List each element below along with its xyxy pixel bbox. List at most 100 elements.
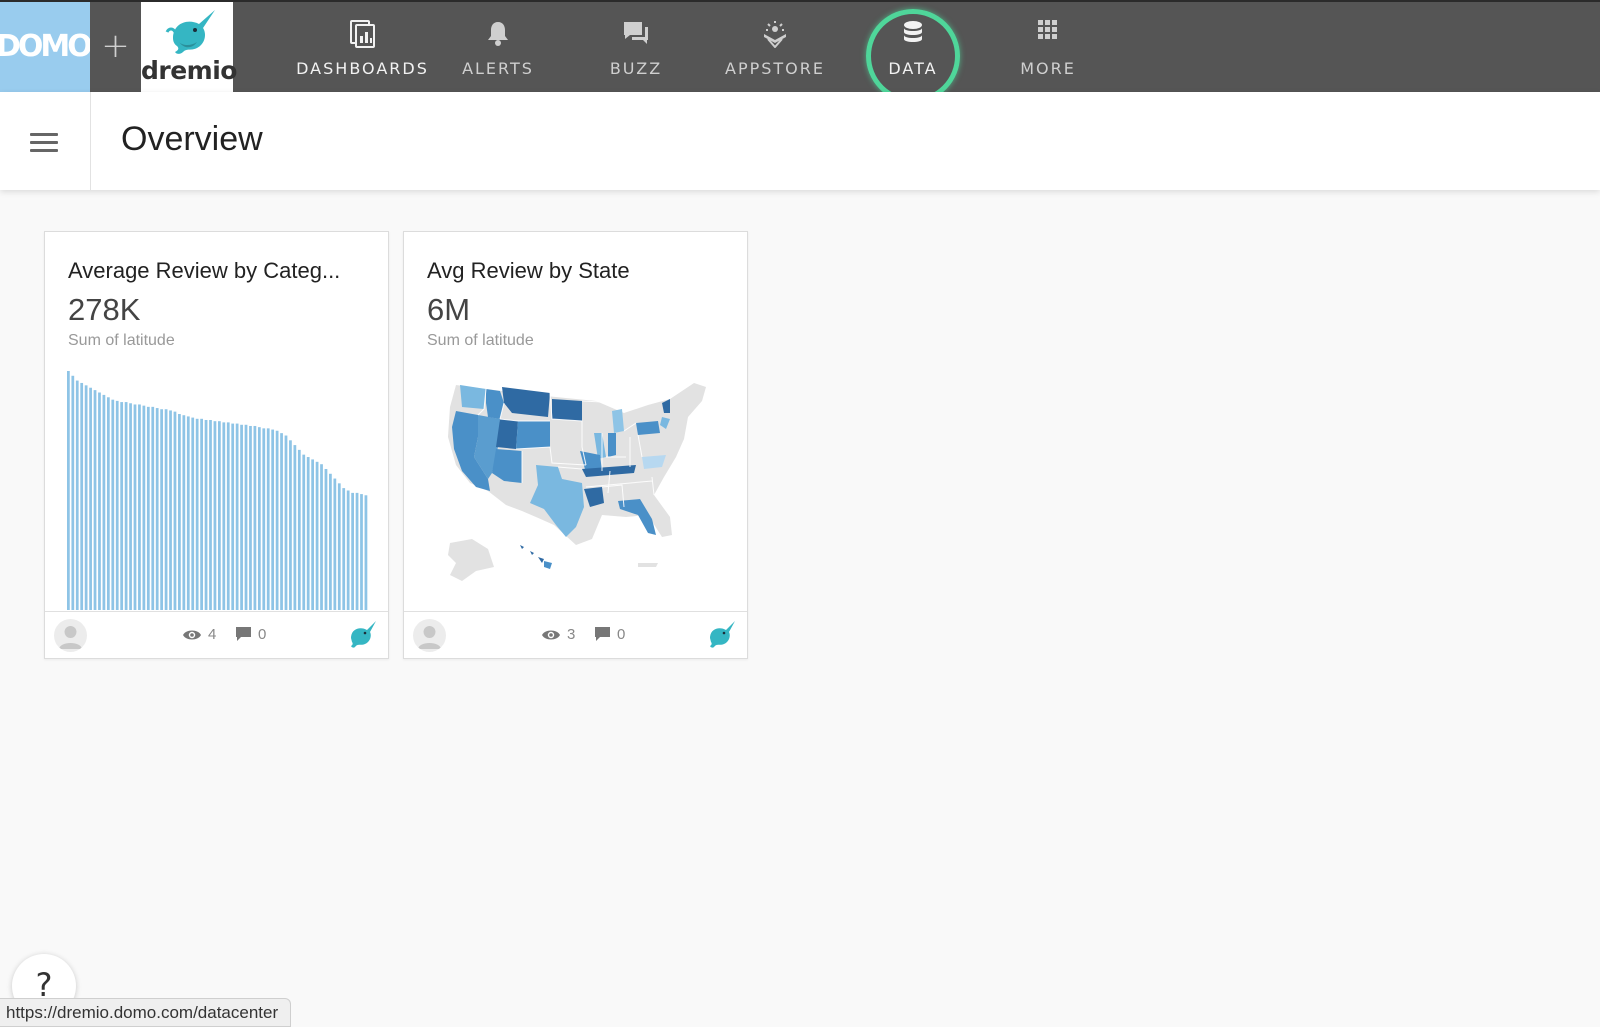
bar[interactable] — [280, 433, 283, 610]
hamburger-line — [30, 141, 58, 144]
bar[interactable] — [337, 483, 341, 610]
nav-more[interactable]: MORE — [1000, 2, 1096, 92]
dashboards-icon — [349, 20, 375, 48]
bar[interactable] — [266, 428, 270, 610]
bar[interactable] — [355, 492, 359, 610]
bar[interactable] — [106, 397, 110, 610]
bar[interactable] — [342, 488, 346, 610]
bar[interactable] — [315, 461, 319, 610]
card-title[interactable]: Avg Review by State — [427, 258, 630, 284]
bar[interactable] — [129, 403, 132, 610]
bar[interactable] — [284, 435, 288, 610]
bar[interactable] — [346, 490, 350, 611]
bar[interactable] — [329, 473, 332, 610]
bar[interactable] — [84, 385, 88, 610]
nav-alerts[interactable]: ALERTS — [448, 2, 548, 92]
narwhal-icon — [710, 621, 735, 648]
bar[interactable] — [178, 414, 181, 610]
bar[interactable] — [204, 420, 208, 610]
bar[interactable] — [67, 371, 70, 610]
bar[interactable] — [80, 382, 84, 610]
bar[interactable] — [289, 440, 292, 610]
bar[interactable] — [297, 449, 301, 610]
card-title[interactable]: Average Review by Categ... — [68, 258, 340, 284]
card-footer: 3 0 — [404, 611, 747, 658]
bar[interactable] — [257, 427, 261, 610]
nav-appstore[interactable]: APPSTORE — [715, 2, 835, 92]
bar[interactable] — [182, 415, 186, 610]
bar[interactable] — [89, 387, 92, 610]
bar[interactable] — [235, 423, 239, 610]
bar[interactable] — [351, 492, 354, 610]
bar[interactable] — [93, 390, 97, 610]
bar[interactable] — [71, 375, 75, 610]
bar[interactable] — [200, 418, 203, 610]
bar[interactable] — [75, 380, 79, 610]
bar[interactable] — [311, 459, 315, 610]
bar[interactable] — [146, 406, 150, 610]
bar[interactable] — [191, 417, 195, 610]
narwhal-icon — [351, 621, 376, 648]
bar[interactable] — [244, 424, 248, 610]
domo-logo[interactable]: DOMO — [0, 2, 90, 92]
bar[interactable] — [142, 405, 146, 610]
bar[interactable] — [306, 457, 310, 610]
card-avg-review-by-state[interactable]: Avg Review by State 6M Sum of latitude 3… — [403, 231, 748, 659]
bar[interactable] — [124, 402, 128, 610]
bar[interactable] — [98, 392, 101, 610]
bar[interactable] — [253, 425, 257, 610]
bar[interactable] — [218, 421, 221, 610]
nav-dashboards[interactable]: DASHBOARDS — [290, 2, 435, 92]
card-average-review-by-category[interactable]: Average Review by Categ... 278K Sum of l… — [44, 231, 389, 659]
bar[interactable] — [111, 399, 115, 610]
bar[interactable] — [222, 422, 226, 610]
avatar[interactable] — [413, 619, 446, 652]
grid-icon — [1038, 20, 1057, 39]
nav-data[interactable]: DATA — [868, 2, 958, 92]
bar[interactable] — [231, 423, 235, 610]
bar[interactable] — [333, 478, 337, 610]
comments-count[interactable]: 0 — [235, 626, 266, 643]
avatar[interactable] — [54, 619, 87, 652]
bar[interactable] — [120, 402, 124, 610]
card-summary-value: 6M — [427, 292, 471, 327]
bar[interactable] — [302, 454, 306, 610]
bar[interactable] — [164, 409, 168, 610]
bar[interactable] — [213, 421, 217, 610]
bar[interactable] — [133, 404, 137, 610]
nav-buzz[interactable]: BUZZ — [586, 2, 686, 92]
nav-alerts-label: ALERTS — [462, 59, 534, 78]
bar[interactable] — [240, 424, 243, 610]
add-button[interactable]: + — [90, 2, 141, 92]
bar[interactable] — [360, 494, 363, 610]
user-icon — [418, 626, 441, 649]
bar-chart[interactable] — [67, 367, 369, 610]
bar[interactable] — [271, 429, 275, 610]
bar[interactable] — [160, 409, 164, 610]
bar[interactable] — [364, 495, 368, 610]
bar[interactable] — [262, 428, 266, 610]
comments-count[interactable]: 0 — [594, 626, 625, 643]
us-state-map[interactable] — [426, 367, 728, 610]
bar[interactable] — [324, 468, 328, 610]
bar[interactable] — [102, 394, 106, 610]
bar[interactable] — [169, 410, 172, 610]
bar[interactable] — [320, 464, 323, 610]
bar[interactable] — [155, 408, 159, 610]
bar[interactable] — [138, 404, 141, 610]
bar[interactable] — [151, 406, 155, 610]
views-count: 3 — [541, 626, 575, 643]
bar[interactable] — [186, 416, 190, 610]
hamburger-menu-button[interactable] — [0, 92, 91, 190]
dremio-logo[interactable]: dremio — [141, 2, 237, 92]
page-title: Overview — [121, 120, 263, 158]
bar[interactable] — [249, 425, 252, 610]
bar[interactable] — [173, 411, 177, 610]
bar[interactable] — [209, 420, 212, 610]
comments-value: 0 — [617, 626, 626, 643]
bar[interactable] — [226, 422, 230, 610]
bar[interactable] — [115, 400, 119, 610]
bar[interactable] — [195, 418, 199, 610]
bar[interactable] — [275, 430, 279, 610]
bar[interactable] — [293, 445, 297, 610]
